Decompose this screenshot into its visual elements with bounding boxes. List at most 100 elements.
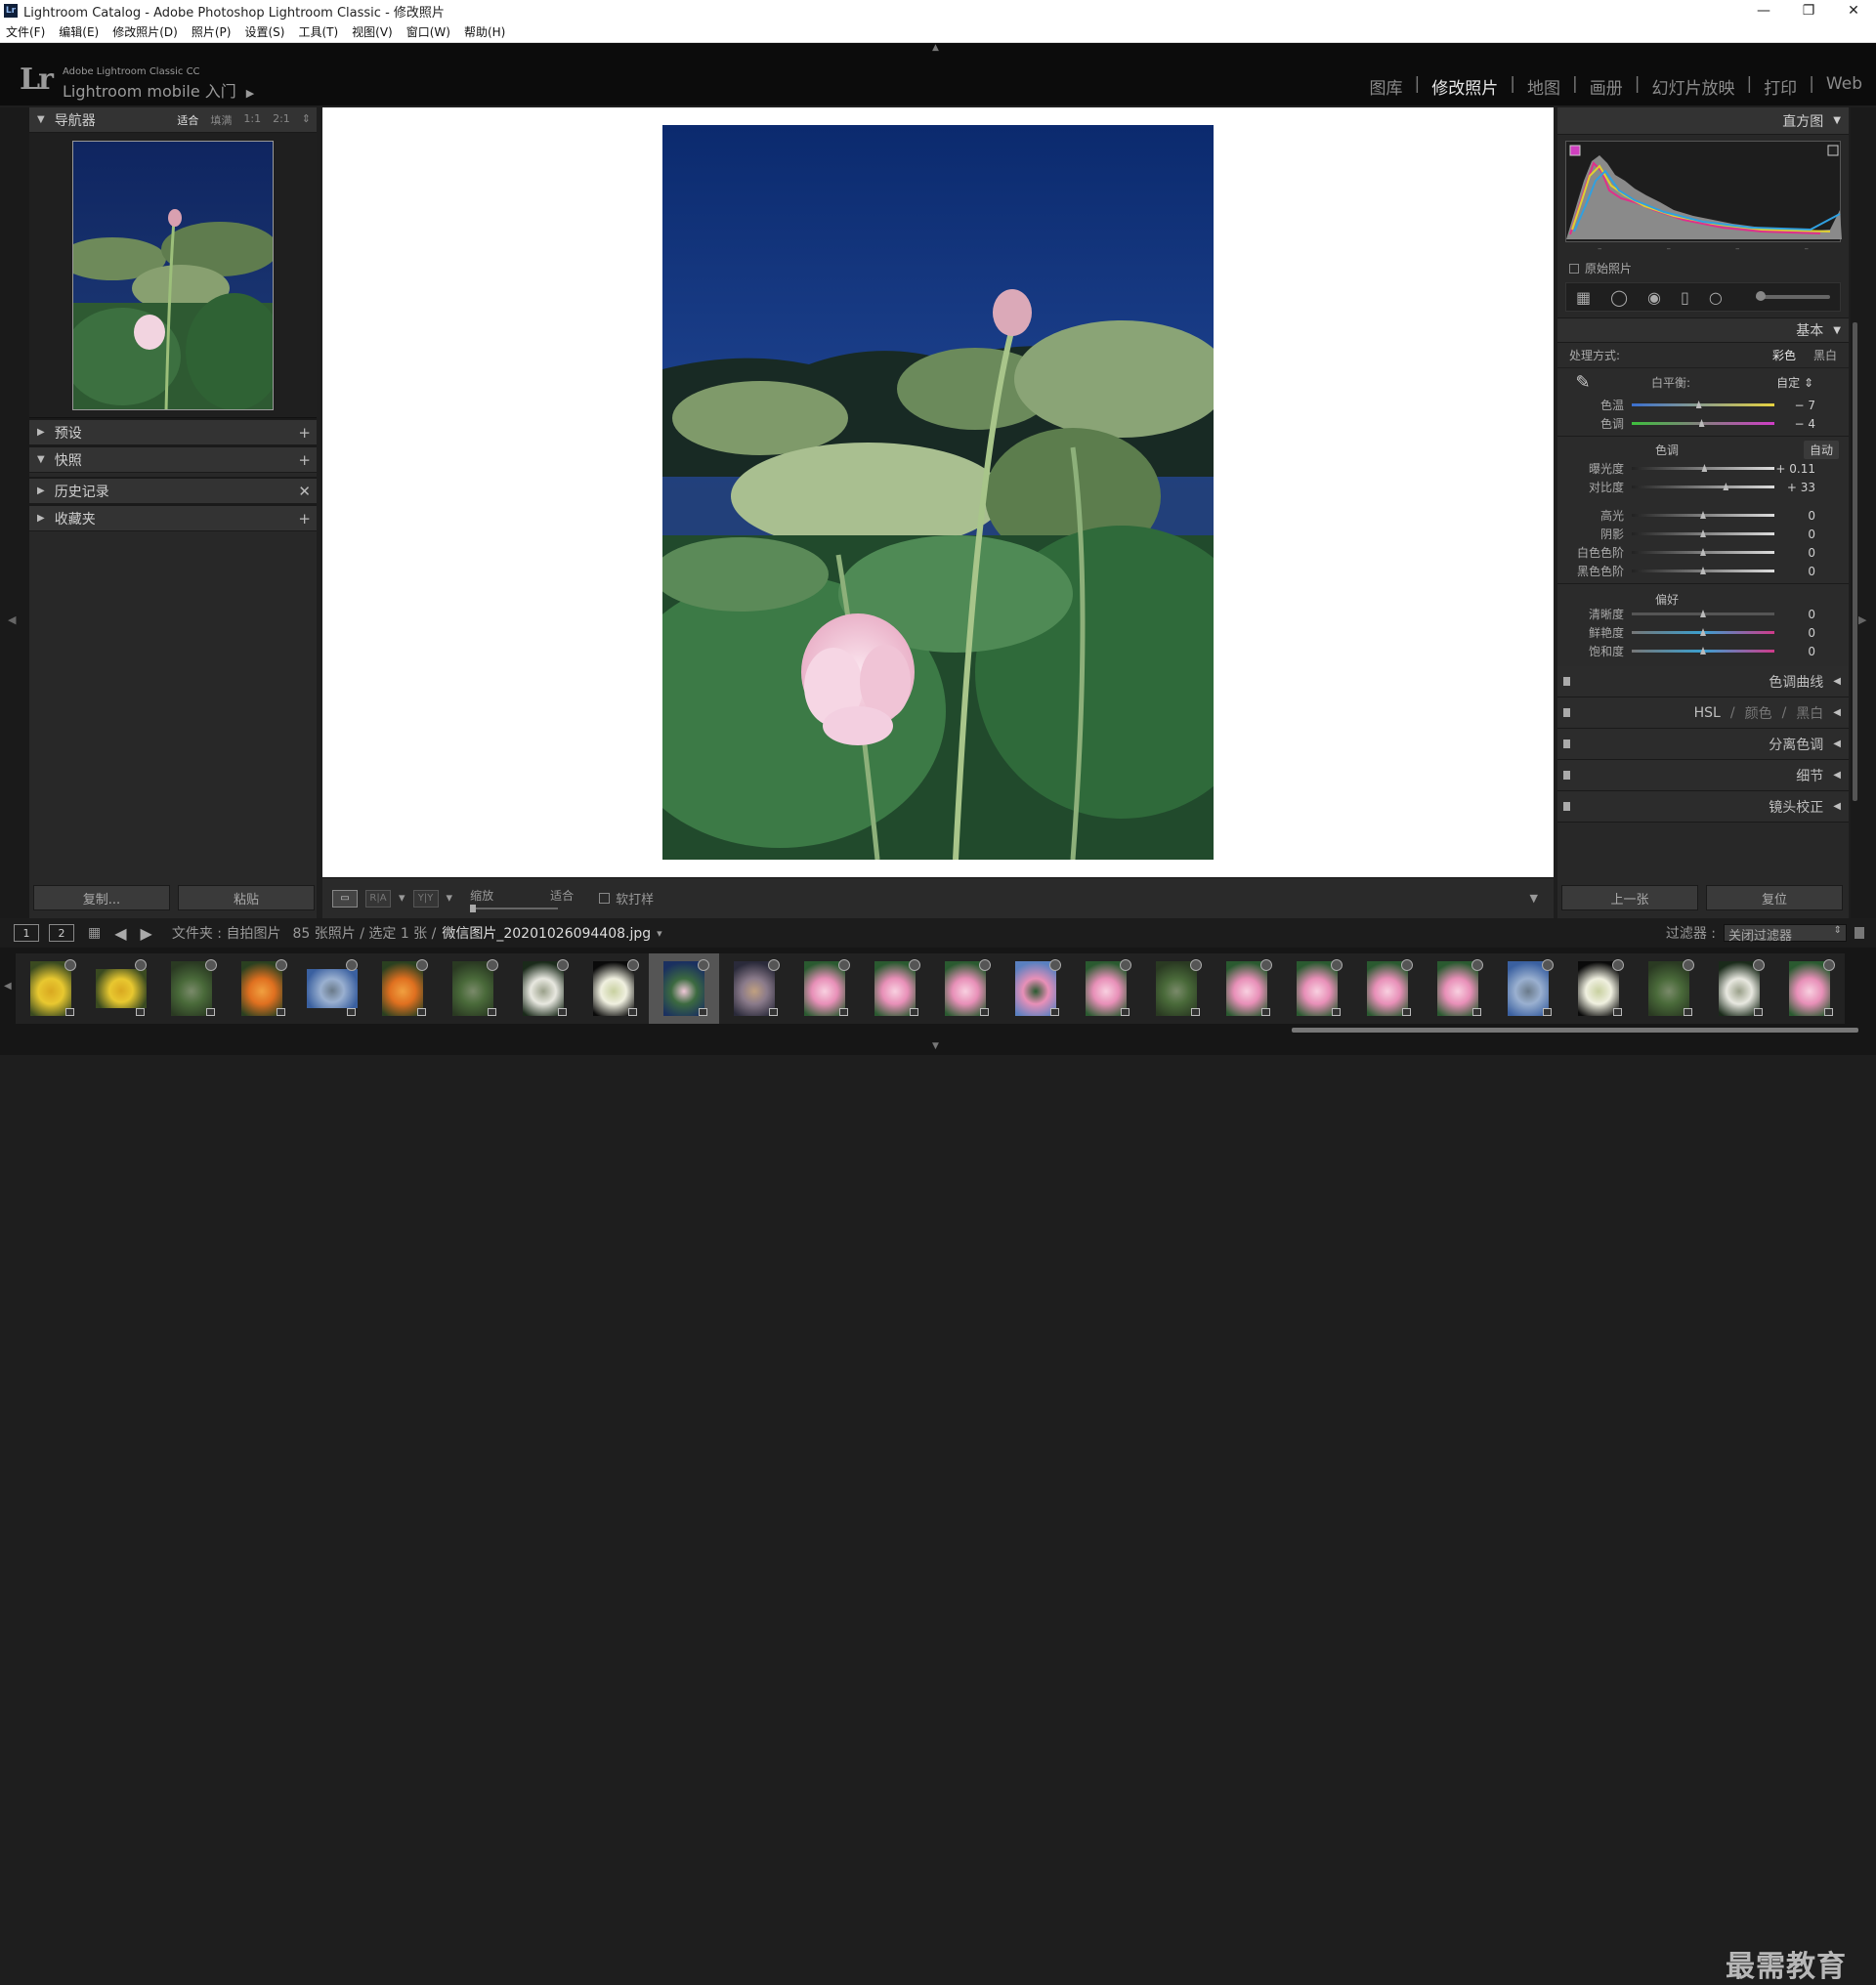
menu-item-7[interactable]: 窗口(W) xyxy=(406,23,450,40)
filename-caret-icon[interactable]: ▾ xyxy=(657,927,662,940)
thumb-flag-icon[interactable] xyxy=(909,959,920,971)
thumb-flag-icon[interactable] xyxy=(1612,959,1624,971)
menu-item-6[interactable]: 视图(V) xyxy=(352,23,393,40)
slider-value[interactable]: 0 xyxy=(1774,565,1825,578)
menu-item-8[interactable]: 帮助(H) xyxy=(464,23,505,40)
paste-settings-button[interactable]: 粘贴 xyxy=(178,885,315,910)
navigator-zoom-menu-icon[interactable]: ⇕ xyxy=(302,112,311,128)
module-4[interactable]: 幻灯片放映 xyxy=(1651,74,1734,99)
thumb-flag-icon[interactable] xyxy=(979,959,991,971)
slider-value[interactable]: − 4 xyxy=(1774,417,1825,431)
slider-track[interactable] xyxy=(1632,647,1774,655)
slider-knob[interactable] xyxy=(1701,464,1708,472)
slider-knob[interactable] xyxy=(1700,529,1706,537)
slider-value[interactable]: 0 xyxy=(1774,546,1825,560)
navigator-thumbnail[interactable] xyxy=(72,140,274,410)
slider-track[interactable] xyxy=(1632,567,1774,574)
filmstrip-scrollbar[interactable] xyxy=(1292,1028,1858,1033)
filmstrip-thumb[interactable] xyxy=(367,953,438,1024)
softproof-checkbox[interactable] xyxy=(599,893,611,904)
filmstrip-thumb[interactable] xyxy=(719,953,789,1024)
thumb-flag-icon[interactable] xyxy=(1120,959,1131,971)
slider-value[interactable]: 0 xyxy=(1774,608,1825,621)
before-after-yy-button[interactable]: Y|Y xyxy=(412,889,439,908)
filmstrip-thumb[interactable] xyxy=(649,953,719,1024)
ra-caret-icon[interactable]: ▾ xyxy=(399,891,405,906)
filmstrip-thumb[interactable] xyxy=(1282,953,1352,1024)
back-arrow-icon[interactable]: ◀ xyxy=(114,924,126,943)
module-3[interactable]: 画册 xyxy=(1590,74,1623,99)
second-window-button[interactable]: 2 xyxy=(49,924,74,942)
develop-panel-1[interactable]: HSL / 颜色 / 黑白 ◀ xyxy=(1557,697,1849,729)
thumb-flag-icon[interactable] xyxy=(1049,959,1061,971)
filmstrip-thumb[interactable] xyxy=(1774,953,1845,1024)
forward-arrow-icon[interactable]: ▶ xyxy=(141,924,152,943)
panel-action-icon[interactable]: ✕ xyxy=(298,483,311,500)
treatment-1[interactable]: 黑白 xyxy=(1813,347,1837,363)
left-panel-1[interactable]: ▼ 快照 + xyxy=(29,447,317,473)
original-photo-toggle[interactable]: 原始照片 xyxy=(1569,260,1837,276)
menu-item-3[interactable]: 照片(P) xyxy=(192,23,232,40)
filmstrip-thumb[interactable] xyxy=(86,953,156,1024)
filmstrip-thumb[interactable] xyxy=(1423,953,1493,1024)
original-photo-checkbox[interactable] xyxy=(1569,263,1579,274)
thumb-flag-icon[interactable] xyxy=(557,959,569,971)
slider-knob[interactable] xyxy=(1700,610,1706,617)
thumb-flag-icon[interactable] xyxy=(627,959,639,971)
slider-track[interactable] xyxy=(1632,628,1774,636)
develop-panel-2[interactable]: 分离色调 ◀ xyxy=(1557,729,1849,760)
panel-switch-icon[interactable] xyxy=(1563,739,1570,748)
navigator-header[interactable]: ▼ 导航器 适合 填满 1:1 2:1 ⇕ xyxy=(29,107,317,133)
toolbar-menu-icon[interactable]: ▼ xyxy=(1530,892,1538,905)
basic-header[interactable]: 基本 ▼ xyxy=(1557,317,1849,343)
hsl-tab-0[interactable]: 颜色 xyxy=(1745,703,1772,723)
slider-knob[interactable] xyxy=(1700,548,1706,556)
loupe-view[interactable] xyxy=(322,107,1554,877)
thumb-flag-icon[interactable] xyxy=(1401,959,1413,971)
loupe-view-button[interactable]: ▭ xyxy=(332,889,358,908)
slider-knob[interactable] xyxy=(1723,483,1729,490)
top-panel-toggle-icon[interactable]: ▲ xyxy=(932,43,944,53)
adjustment-brush-slider[interactable] xyxy=(1756,291,1830,301)
slider-track[interactable] xyxy=(1632,483,1774,490)
auto-tone-button[interactable]: 自动 xyxy=(1803,440,1839,459)
menu-item-4[interactable]: 设置(S) xyxy=(244,23,284,40)
left-panel-0[interactable]: ▶ 预设 + xyxy=(29,420,317,445)
source-path[interactable]: 文件夹 : 自拍图片 xyxy=(172,923,281,943)
filmstrip-thumb[interactable] xyxy=(1001,953,1071,1024)
filmstrip-thumb[interactable] xyxy=(16,953,86,1024)
wb-preset-select[interactable]: 自定 ⇕ xyxy=(1776,374,1813,391)
filmstrip-thumb[interactable] xyxy=(1212,953,1282,1024)
thumb-flag-icon[interactable] xyxy=(838,959,850,971)
thumb-flag-icon[interactable] xyxy=(276,959,287,971)
thumb-flag-icon[interactable] xyxy=(1753,959,1765,971)
mobile-getstarted-link[interactable]: Lightroom mobile 入门 ▶ xyxy=(63,78,254,102)
thumb-flag-icon[interactable] xyxy=(1471,959,1483,971)
develop-panel-0[interactable]: 色调曲线 ◀ xyxy=(1557,666,1849,697)
zoom-slider[interactable] xyxy=(470,905,559,912)
filmstrip-thumb[interactable] xyxy=(156,953,227,1024)
filmstrip-thumb[interactable] xyxy=(227,953,297,1024)
thumb-flag-icon[interactable] xyxy=(416,959,428,971)
thumb-flag-icon[interactable] xyxy=(698,959,709,971)
navigator-zoom-1[interactable]: 填满 xyxy=(210,112,232,128)
crop-tool-icon[interactable]: ▦ xyxy=(1576,288,1591,307)
module-5[interactable]: 打印 xyxy=(1764,74,1797,99)
slider-track[interactable] xyxy=(1632,529,1774,537)
slider-value[interactable]: 0 xyxy=(1774,626,1825,640)
menu-item-5[interactable]: 工具(T) xyxy=(298,23,338,40)
bottom-panel-toggle-icon[interactable]: ▼ xyxy=(932,1041,939,1051)
current-filename[interactable]: 微信图片_20201026094408.jpg xyxy=(442,923,651,943)
hsl-tab-1[interactable]: 黑白 xyxy=(1796,703,1823,723)
thumb-flag-icon[interactable] xyxy=(346,959,358,971)
slider-knob[interactable] xyxy=(1700,511,1706,519)
filmstrip-thumb[interactable] xyxy=(789,953,860,1024)
filmstrip-thumb[interactable] xyxy=(1352,953,1423,1024)
thumb-flag-icon[interactable] xyxy=(487,959,498,971)
slider-knob[interactable] xyxy=(1700,647,1706,655)
filmstrip-thumb[interactable] xyxy=(1141,953,1212,1024)
panel-switch-icon[interactable] xyxy=(1563,771,1570,780)
yy-caret-icon[interactable]: ▾ xyxy=(447,891,453,906)
filmstrip-thumb[interactable] xyxy=(297,953,367,1024)
menu-item-1[interactable]: 编辑(E) xyxy=(59,23,99,40)
